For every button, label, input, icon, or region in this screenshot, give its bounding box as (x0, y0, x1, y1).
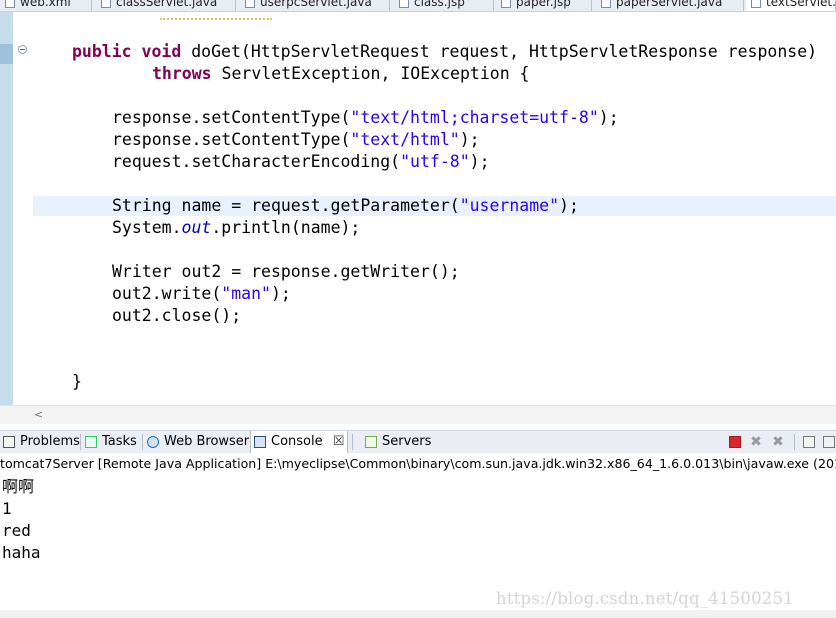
tab-console[interactable]: Console ☒ (250, 431, 348, 453)
jsp-file-icon (501, 0, 511, 8)
tab-servers[interactable]: Servers (362, 431, 432, 453)
code-line-println: System.out.println(name); (112, 218, 361, 237)
console-line: red (2, 521, 31, 540)
code-line-content-type-1: response.setContentType("text/html;chars… (112, 108, 619, 127)
tab-divider (352, 434, 353, 450)
bottom-scroll-area (0, 610, 836, 618)
editor-tab-label: class.jsp (414, 0, 465, 9)
tab-label: Servers (382, 434, 432, 449)
fold-collapse-icon[interactable] (18, 45, 27, 54)
jsp-file-icon (399, 0, 409, 8)
servers-icon (365, 436, 377, 448)
tab-label: Tasks (102, 434, 137, 449)
editor-tab-userpcservlet[interactable]: userpcServlet.java (240, 0, 390, 11)
overview-ruler (0, 12, 13, 405)
scroll-left-icon[interactable]: < (34, 408, 43, 421)
code-line-content-type-2: response.setContentType("text/html"); (112, 130, 480, 149)
tab-divider (80, 434, 81, 450)
code-line-get-parameter: String name = request.getParameter("user… (112, 196, 579, 215)
editor-tab-label: paper.jsp (516, 0, 571, 9)
console-line: haha (2, 543, 41, 562)
problems-icon (3, 436, 15, 448)
watermark: https://blog.csdn.net/qq_41500251 (496, 589, 794, 608)
editor-tab-paperservlet[interactable]: paperServlet.java (596, 0, 744, 11)
tab-tasks[interactable]: Tasks (82, 431, 142, 453)
console-line: 啊啊 (2, 477, 35, 496)
editor-tab-textservlet[interactable]: textServlet.java (746, 0, 836, 11)
clear-console-icon[interactable] (803, 436, 815, 448)
editor-tab-bar: web.xml classServlet.java userpcServlet.… (0, 0, 836, 12)
code-line-char-encoding: request.setCharacterEncoding("utf-8"); (112, 152, 490, 171)
tab-label: Console (271, 434, 323, 449)
process-description: tomcat7Server [Remote Java Application] … (0, 453, 836, 474)
remove-all-icon[interactable]: ✖ (772, 435, 784, 449)
console-line: 1 (2, 499, 12, 518)
console-output[interactable]: 啊啊 1 red haha (0, 476, 836, 606)
editor-tab-label: textServlet.java (766, 0, 836, 9)
tasks-icon (85, 436, 97, 448)
view-tab-bar: Problems Tasks Web Browser Console ☒ Ser… (0, 430, 836, 454)
editor-tab-web-xml[interactable]: web.xml (0, 0, 92, 11)
terminate-icon[interactable] (729, 436, 741, 448)
java-file-icon (751, 0, 761, 8)
editor-tab-label: userpcServlet.java (260, 0, 372, 9)
editor-tab-label: paperServlet.java (616, 0, 723, 9)
warning-underline (160, 12, 272, 20)
editor-tab-paper-jsp[interactable]: paper.jsp (496, 0, 592, 11)
code-editor[interactable]: public void doGet(HttpServletRequest req… (0, 12, 836, 405)
tab-divider (142, 434, 143, 450)
editor-tab-class-jsp[interactable]: class.jsp (394, 0, 494, 11)
code-line-write: out2.write("man"); (112, 284, 291, 303)
ruler-marker (0, 44, 13, 64)
horizontal-scrollbar[interactable]: < (0, 405, 836, 424)
code-line-method-signature: public void doGet(HttpServletRequest req… (72, 42, 818, 61)
scroll-lock-icon[interactable] (823, 436, 835, 448)
editor-tab-classservlet[interactable]: classServlet.java (96, 0, 236, 11)
tab-web-browser[interactable]: Web Browser (144, 431, 250, 453)
xml-file-icon (5, 0, 15, 8)
java-file-icon (245, 0, 255, 8)
toolbar-divider (794, 434, 795, 450)
code-line-get-writer: Writer out2 = response.getWriter(); (112, 262, 460, 281)
remove-launch-icon[interactable]: ✖ (750, 435, 762, 449)
editor-tab-label: web.xml (20, 0, 71, 9)
java-file-icon (101, 0, 111, 8)
close-tab-icon[interactable]: ☒ (333, 434, 345, 449)
code-line-throws: throws ServletException, IOException { (152, 64, 530, 83)
code-line-closing-brace: } (72, 372, 82, 391)
console-icon (254, 436, 266, 448)
globe-icon (147, 436, 159, 448)
tab-problems[interactable]: Problems (0, 431, 80, 453)
tab-label: Web Browser (164, 434, 250, 449)
tab-label: Problems (20, 434, 80, 449)
java-file-icon (601, 0, 611, 8)
code-line-close: out2.close(); (112, 306, 242, 325)
editor-tab-label: classServlet.java (116, 0, 218, 9)
